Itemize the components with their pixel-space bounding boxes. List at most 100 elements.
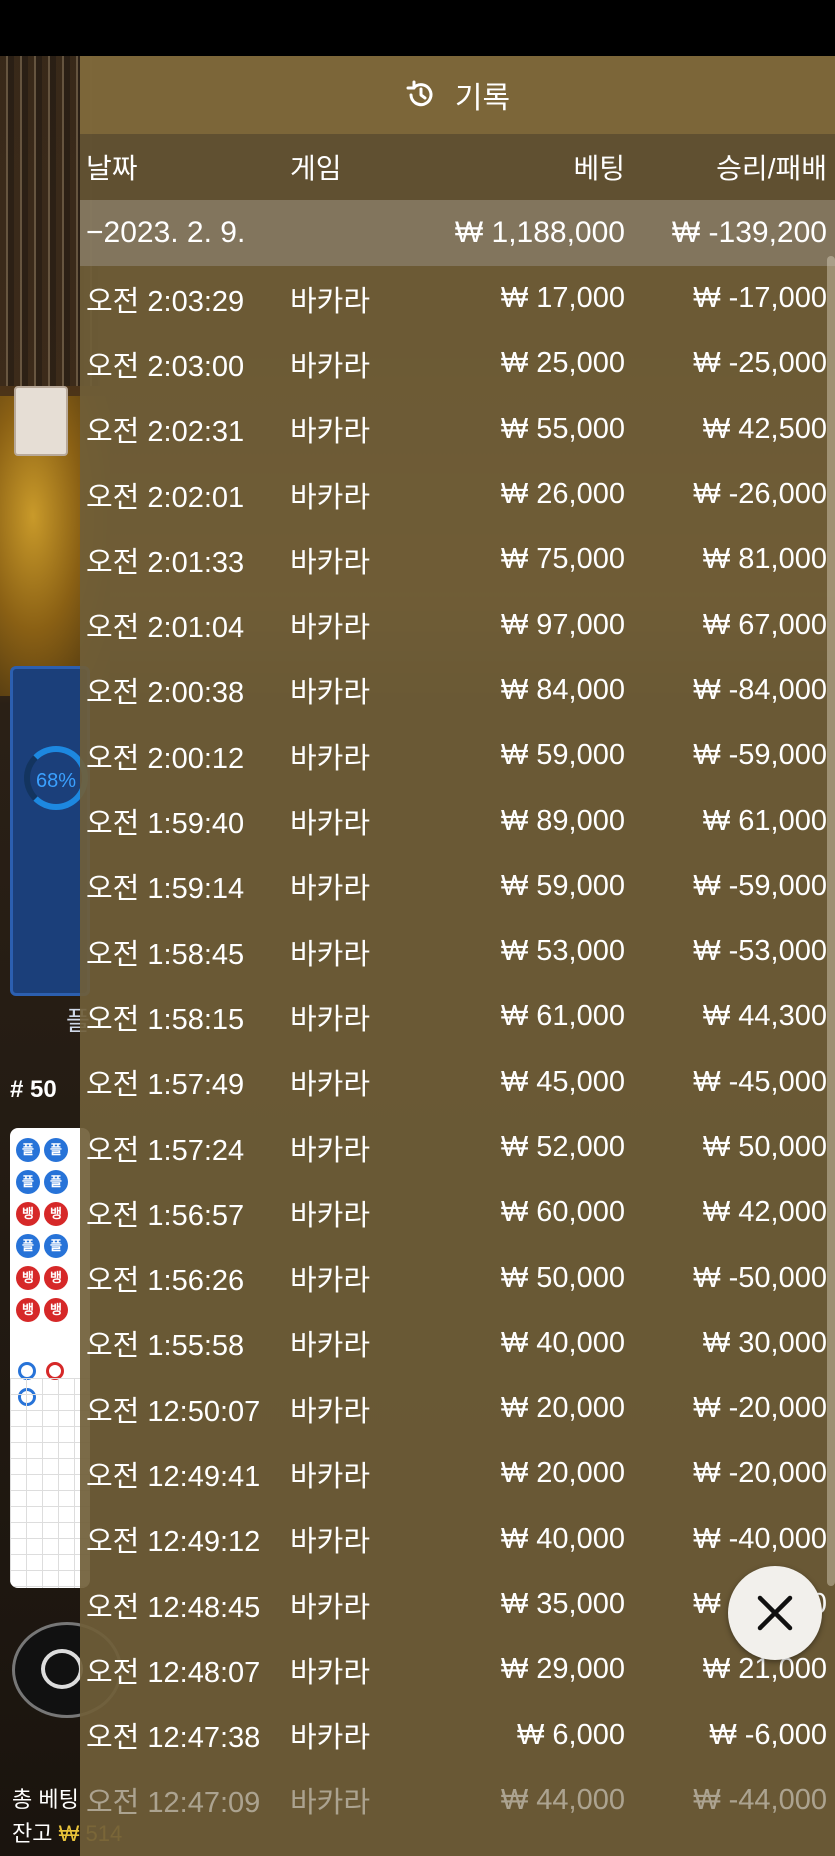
row-win-loss: ₩ 42,000 bbox=[702, 1196, 827, 1229]
row-win-loss: ₩ -40,000 bbox=[693, 1522, 827, 1555]
history-row[interactable]: 오전 2:03:29 바카라 ₩ 17,000 ₩ -17,000 bbox=[80, 266, 835, 331]
row-time: 오전 1:55:58 bbox=[86, 1330, 245, 1363]
road-player-marker: 플 bbox=[16, 1234, 40, 1258]
road-player-marker: 플 bbox=[44, 1138, 68, 1162]
scrollbar[interactable] bbox=[827, 256, 835, 1586]
history-row[interactable]: 오전 2:00:12 바카라 ₩ 59,000 ₩ -59,000 bbox=[80, 723, 835, 788]
row-game: 바카라 bbox=[290, 1199, 371, 1232]
history-row[interactable]: 오전 12:49:41 바카라 ₩ 20,000 ₩ -20,000 bbox=[80, 1441, 835, 1506]
row-bet: ₩ 55,000 bbox=[500, 412, 625, 445]
row-time: 오전 2:02:01 bbox=[86, 481, 245, 514]
row-game: 바카라 bbox=[290, 1591, 371, 1624]
row-bet: ₩ 89,000 bbox=[500, 804, 625, 837]
row-bet: ₩ 59,000 bbox=[500, 739, 625, 772]
history-row[interactable]: 오전 2:02:31 바카라 ₩ 55,000 ₩ 42,500 bbox=[80, 397, 835, 462]
row-game: 바카라 bbox=[290, 1134, 371, 1167]
row-win-loss: ₩ -17,000 bbox=[693, 282, 827, 315]
history-row[interactable]: 오전 1:58:45 바카라 ₩ 53,000 ₩ -53,000 bbox=[80, 919, 835, 984]
history-row[interactable]: 오전 2:00:38 바카라 ₩ 84,000 ₩ -84,000 bbox=[80, 658, 835, 723]
history-row[interactable]: 오전 2:01:33 바카라 ₩ 75,000 ₩ 81,000 bbox=[80, 527, 835, 592]
history-row[interactable]: 오전 1:59:14 바카라 ₩ 59,000 ₩ -59,000 bbox=[80, 854, 835, 919]
history-row[interactable]: 오전 12:47:09 바카라 ₩ 44,000 ₩ -44,000 bbox=[80, 1768, 835, 1833]
total-bet-label: 총 베팅 bbox=[12, 1787, 79, 1812]
timer-percent: 68% bbox=[36, 770, 77, 792]
row-bet: ₩ 84,000 bbox=[500, 673, 625, 706]
row-game: 바카라 bbox=[290, 416, 371, 449]
history-row[interactable]: 오전 1:57:49 바카라 ₩ 45,000 ₩ -45,000 bbox=[80, 1050, 835, 1115]
close-icon bbox=[757, 1595, 793, 1631]
date-group-bet-total: ₩ 1,188,000 bbox=[454, 216, 625, 249]
row-time: 오전 12:49:12 bbox=[86, 1526, 261, 1559]
history-title: 기록 bbox=[454, 82, 511, 115]
history-row[interactable]: 오전 12:48:45바카라₩ 35,000₩ -35,000 bbox=[80, 1572, 835, 1637]
row-game: 바카라 bbox=[290, 285, 371, 318]
row-win-loss: ₩ 42,500 bbox=[702, 412, 827, 445]
history-list[interactable]: 오전 2:03:29 바카라 ₩ 17,000 ₩ -17,000 오전 2:03:00… bbox=[80, 266, 835, 1833]
road-banker-marker: 뱅 bbox=[16, 1266, 40, 1290]
row-win-loss: ₩ -53,000 bbox=[693, 935, 827, 968]
row-time: 오전 2:01:04 bbox=[86, 612, 245, 645]
row-bet: ₩ 40,000 bbox=[500, 1326, 625, 1359]
date-group-row[interactable]: −2023. 2. 9. ₩ 1,188,000 ₩ -139,200 bbox=[80, 200, 835, 266]
row-game: 바카라 bbox=[290, 546, 371, 579]
road-player-marker: 플 bbox=[44, 1234, 68, 1258]
row-time: 오전 12:47:09 bbox=[86, 1787, 261, 1820]
road-player-marker: 플 bbox=[16, 1138, 40, 1162]
row-bet: ₩ 26,000 bbox=[500, 478, 625, 511]
history-row[interactable]: 오전 1:58:15 바카라 ₩ 61,000 ₩ 44,300 bbox=[80, 984, 835, 1049]
history-row[interactable]: 오전 1:56:57 바카라 ₩ 60,000 ₩ 42,000 bbox=[80, 1180, 835, 1245]
history-row[interactable]: 오전 2:01:04 바카라 ₩ 97,000 ₩ 67,000 bbox=[80, 592, 835, 657]
row-bet: ₩ 44,000 bbox=[500, 1783, 625, 1816]
row-game: 바카라 bbox=[290, 350, 371, 383]
row-win-loss: ₩ -59,000 bbox=[693, 869, 827, 902]
history-row[interactable]: 오전 12:49:12 바카라 ₩ 40,000 ₩ -40,000 bbox=[80, 1507, 835, 1572]
row-win-loss: ₩ 61,000 bbox=[702, 804, 827, 837]
row-time: 오전 1:57:24 bbox=[86, 1134, 245, 1167]
row-win-loss: ₩ -44,000 bbox=[693, 1783, 827, 1816]
derived-road-grid bbox=[10, 1378, 90, 1588]
row-time: 오전 2:02:31 bbox=[86, 416, 245, 449]
bead-road: 플 플 플 플 뱅 뱅 플 플 뱅 뱅 뱅 뱅 bbox=[10, 1128, 90, 1588]
row-win-loss: ₩ -45,000 bbox=[693, 1065, 827, 1098]
history-row[interactable]: 오전 12:47:38 바카라 ₩ 6,000 ₩ -6,000 bbox=[80, 1703, 835, 1768]
history-row[interactable]: 오전 12:50:07 바카라 ₩ 20,000 ₩ -20,000 bbox=[80, 1376, 835, 1441]
row-bet: ₩ 75,000 bbox=[500, 543, 625, 576]
row-game: 바카라 bbox=[290, 873, 371, 906]
row-time: 오전 1:57:49 bbox=[86, 1069, 245, 1102]
row-time: 오전 12:50:07 bbox=[86, 1395, 261, 1428]
row-win-loss: ₩ -6,000 bbox=[709, 1718, 827, 1751]
history-row[interactable]: 오전 1:57:24 바카라 ₩ 52,000 ₩ 50,000 bbox=[80, 1115, 835, 1180]
column-game: 게임 bbox=[290, 153, 342, 184]
history-row[interactable]: 오전 2:02:01 바카라 ₩ 26,000 ₩ -26,000 bbox=[80, 462, 835, 527]
road-banker-marker: 뱅 bbox=[16, 1298, 40, 1322]
history-row[interactable]: 오전 1:55:58 바카라 ₩ 40,000 ₩ 30,000 bbox=[80, 1311, 835, 1376]
row-bet: ₩ 20,000 bbox=[500, 1392, 625, 1425]
close-button[interactable] bbox=[728, 1566, 822, 1660]
history-row[interactable]: 오전 2:03:00 바카라 ₩ 25,000 ₩ -25,000 bbox=[80, 331, 835, 396]
column-win-loss: 승리/패배 bbox=[716, 153, 827, 184]
row-bet: ₩ 59,000 bbox=[500, 869, 625, 902]
chip-icon bbox=[41, 1649, 83, 1689]
row-win-loss: ₩ -25,000 bbox=[693, 347, 827, 380]
history-row[interactable]: 오전 1:56:26 바카라 ₩ 50,000 ₩ -50,000 bbox=[80, 1245, 835, 1310]
row-game: 바카라 bbox=[290, 1003, 371, 1036]
road-banker-marker: 뱅 bbox=[44, 1298, 68, 1322]
row-game: 바카라 bbox=[290, 1069, 371, 1102]
row-game: 바카라 bbox=[290, 1656, 371, 1689]
row-time: 오전 2:01:33 bbox=[86, 546, 245, 579]
row-game: 바카라 bbox=[290, 742, 371, 775]
history-column-headers: 날짜 게임 베팅 승리/패배 bbox=[80, 134, 835, 200]
row-game: 바카라 bbox=[290, 677, 371, 710]
road-banker-marker: 뱅 bbox=[44, 1202, 68, 1226]
history-row[interactable]: 오전 1:59:40 바카라 ₩ 89,000 ₩ 61,000 bbox=[80, 788, 835, 853]
row-time: 오전 1:58:15 bbox=[86, 1003, 245, 1036]
row-time: 오전 12:47:38 bbox=[86, 1722, 261, 1755]
road-banker-marker: 뱅 bbox=[16, 1202, 40, 1226]
row-game: 바카라 bbox=[290, 938, 371, 971]
row-time: 오전 1:58:45 bbox=[86, 938, 245, 971]
row-win-loss: ₩ 67,000 bbox=[702, 608, 827, 641]
row-bet: ₩ 35,000 bbox=[500, 1588, 625, 1621]
card-shoe-image bbox=[14, 386, 68, 456]
history-row[interactable]: 오전 12:48:07 바카라 ₩ 29,000 ₩ 21,000 bbox=[80, 1637, 835, 1702]
row-game: 바카라 bbox=[290, 1526, 371, 1559]
